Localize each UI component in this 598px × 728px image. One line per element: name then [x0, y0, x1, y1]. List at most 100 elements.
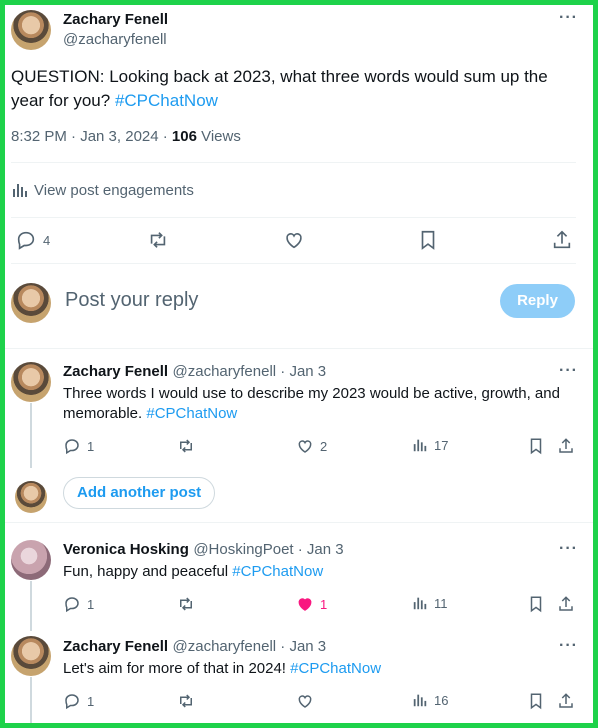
reply-icon — [65, 694, 79, 710]
reply-text: Fun, happy and peaceful #CPChatNow — [63, 562, 323, 582]
tweet-thread-view: Zachary Fenell @zacharyfenell ··· QUESTI… — [5, 5, 593, 723]
repost-icon — [150, 232, 166, 248]
more-options-icon[interactable]: ··· — [559, 362, 578, 380]
views-label: Views — [196, 128, 241, 145]
post-text-segment: year for you? — [11, 91, 115, 110]
repost-button[interactable] — [177, 692, 195, 710]
views-count: 16 — [434, 692, 449, 708]
my-avatar[interactable] — [11, 283, 51, 323]
author-name[interactable]: Zachary Fenell — [63, 11, 168, 28]
share-button[interactable] — [557, 437, 575, 455]
share-button[interactable] — [557, 692, 575, 710]
share-icon — [559, 693, 573, 708]
reply-meta[interactable]: @HoskingPoet · Jan 3 — [193, 541, 343, 558]
reply-header: Zachary Fenell @zacharyfenell · Jan 3 — [63, 363, 326, 381]
reply-composer-input[interactable]: Post your reply — [65, 289, 198, 312]
repost-button[interactable] — [147, 229, 169, 251]
reply-button[interactable]: 1 — [63, 437, 94, 455]
analytics-icon — [413, 439, 427, 452]
analytics-icon — [413, 694, 427, 707]
reply-meta[interactable]: @zacharyfenell · Jan 3 — [173, 638, 327, 655]
repost-button[interactable] — [177, 595, 195, 613]
share-button[interactable] — [551, 229, 573, 251]
reply-count: 1 — [87, 693, 95, 709]
thread-line — [30, 403, 32, 468]
thread-line — [30, 677, 32, 723]
reply-button[interactable]: 1 — [63, 692, 94, 710]
hashtag-link[interactable]: #CPChatNow — [146, 405, 237, 422]
reply-meta[interactable]: @zacharyfenell · Jan 3 — [173, 363, 327, 380]
share-icon — [553, 230, 571, 249]
post-timestamp: 8:32 PM · Jan 3, 2024 · 106 Views — [11, 128, 241, 145]
reply-count: 1 — [87, 596, 95, 612]
bookmark-button[interactable] — [527, 595, 545, 613]
heart-icon — [298, 695, 312, 708]
reply-avatar[interactable] — [11, 362, 51, 402]
hashtag-link[interactable]: #CPChatNow — [290, 660, 381, 677]
bookmark-button[interactable] — [527, 437, 545, 455]
hashtag-link[interactable]: #CPChatNow — [115, 91, 218, 110]
bookmark-icon — [530, 693, 542, 710]
reply-text: Let's aim for more of that in 2024! #CPC… — [63, 659, 381, 679]
more-options-icon[interactable]: ··· — [559, 637, 578, 655]
reply-author-name[interactable]: Zachary Fenell — [63, 363, 168, 380]
bookmark-icon — [530, 596, 542, 613]
more-options-icon[interactable]: ··· — [559, 9, 578, 27]
views-button[interactable]: 16 — [412, 692, 448, 708]
reply-avatar[interactable] — [11, 636, 51, 676]
reply-icon — [65, 597, 79, 613]
heart-filled-icon — [298, 598, 312, 611]
analytics-icon — [413, 597, 427, 610]
repost-button[interactable] — [177, 437, 195, 455]
like-count: 2 — [320, 438, 328, 454]
reply-text-line: memorable. #CPChatNow — [63, 404, 583, 424]
divider — [11, 162, 576, 163]
divider — [5, 348, 593, 349]
more-options-icon[interactable]: ··· — [559, 540, 578, 558]
reply-icon — [65, 439, 79, 455]
views-button[interactable]: 17 — [412, 437, 448, 453]
share-button[interactable] — [557, 595, 575, 613]
reply-text-segment: Let's aim for more of that in 2024! — [63, 660, 291, 677]
reply-count: 4 — [43, 232, 51, 248]
reply-icon — [17, 231, 35, 250]
share-icon — [559, 596, 573, 611]
bookmark-button[interactable] — [527, 692, 545, 710]
post-text-line: year for you? #CPChatNow — [11, 89, 581, 113]
post-time[interactable]: 8:32 PM · Jan 3, 2024 · — [11, 128, 172, 145]
reply-button[interactable]: 1 — [63, 595, 94, 613]
heart-icon — [298, 440, 312, 453]
share-icon — [559, 438, 573, 453]
like-button[interactable]: 2 — [296, 437, 327, 455]
view-engagements-link[interactable]: View post engagements — [11, 181, 194, 199]
divider — [11, 263, 576, 264]
reply-text-line: Three words I would use to describe my 2… — [63, 385, 560, 402]
reply-text: Three words I would use to describe my 2… — [63, 384, 583, 424]
author-handle[interactable]: @zacharyfenell — [63, 31, 167, 48]
reply-author-name[interactable]: Zachary Fenell — [63, 638, 168, 655]
thread-line — [30, 581, 32, 631]
views-count: 106 — [171, 128, 197, 145]
reply-count: 1 — [87, 438, 95, 454]
author-avatar[interactable] — [11, 10, 51, 50]
views-button[interactable]: 11 — [412, 595, 448, 611]
reply-header: Zachary Fenell @zacharyfenell · Jan 3 — [63, 638, 326, 656]
divider — [11, 217, 576, 218]
my-avatar[interactable] — [15, 481, 47, 513]
like-button[interactable]: 1 — [296, 595, 327, 613]
hashtag-link[interactable]: #CPChatNow — [232, 563, 323, 580]
divider — [5, 522, 593, 523]
views-count: 17 — [434, 437, 449, 453]
reply-author-name[interactable]: Veronica Hosking — [63, 541, 189, 558]
like-button[interactable] — [283, 229, 305, 251]
bookmark-button[interactable] — [417, 229, 439, 251]
like-button[interactable] — [296, 692, 314, 710]
add-another-post-button[interactable]: Add another post — [63, 477, 216, 509]
views-count: 11 — [434, 595, 448, 611]
reply-button[interactable]: 4 — [15, 229, 50, 251]
reply-text-segment: memorable. — [63, 405, 147, 422]
repost-icon — [180, 597, 192, 611]
reply-submit-button[interactable]: Reply — [500, 284, 575, 318]
reply-header: Veronica Hosking @HoskingPoet · Jan 3 — [63, 541, 344, 559]
reply-avatar[interactable] — [11, 540, 51, 580]
